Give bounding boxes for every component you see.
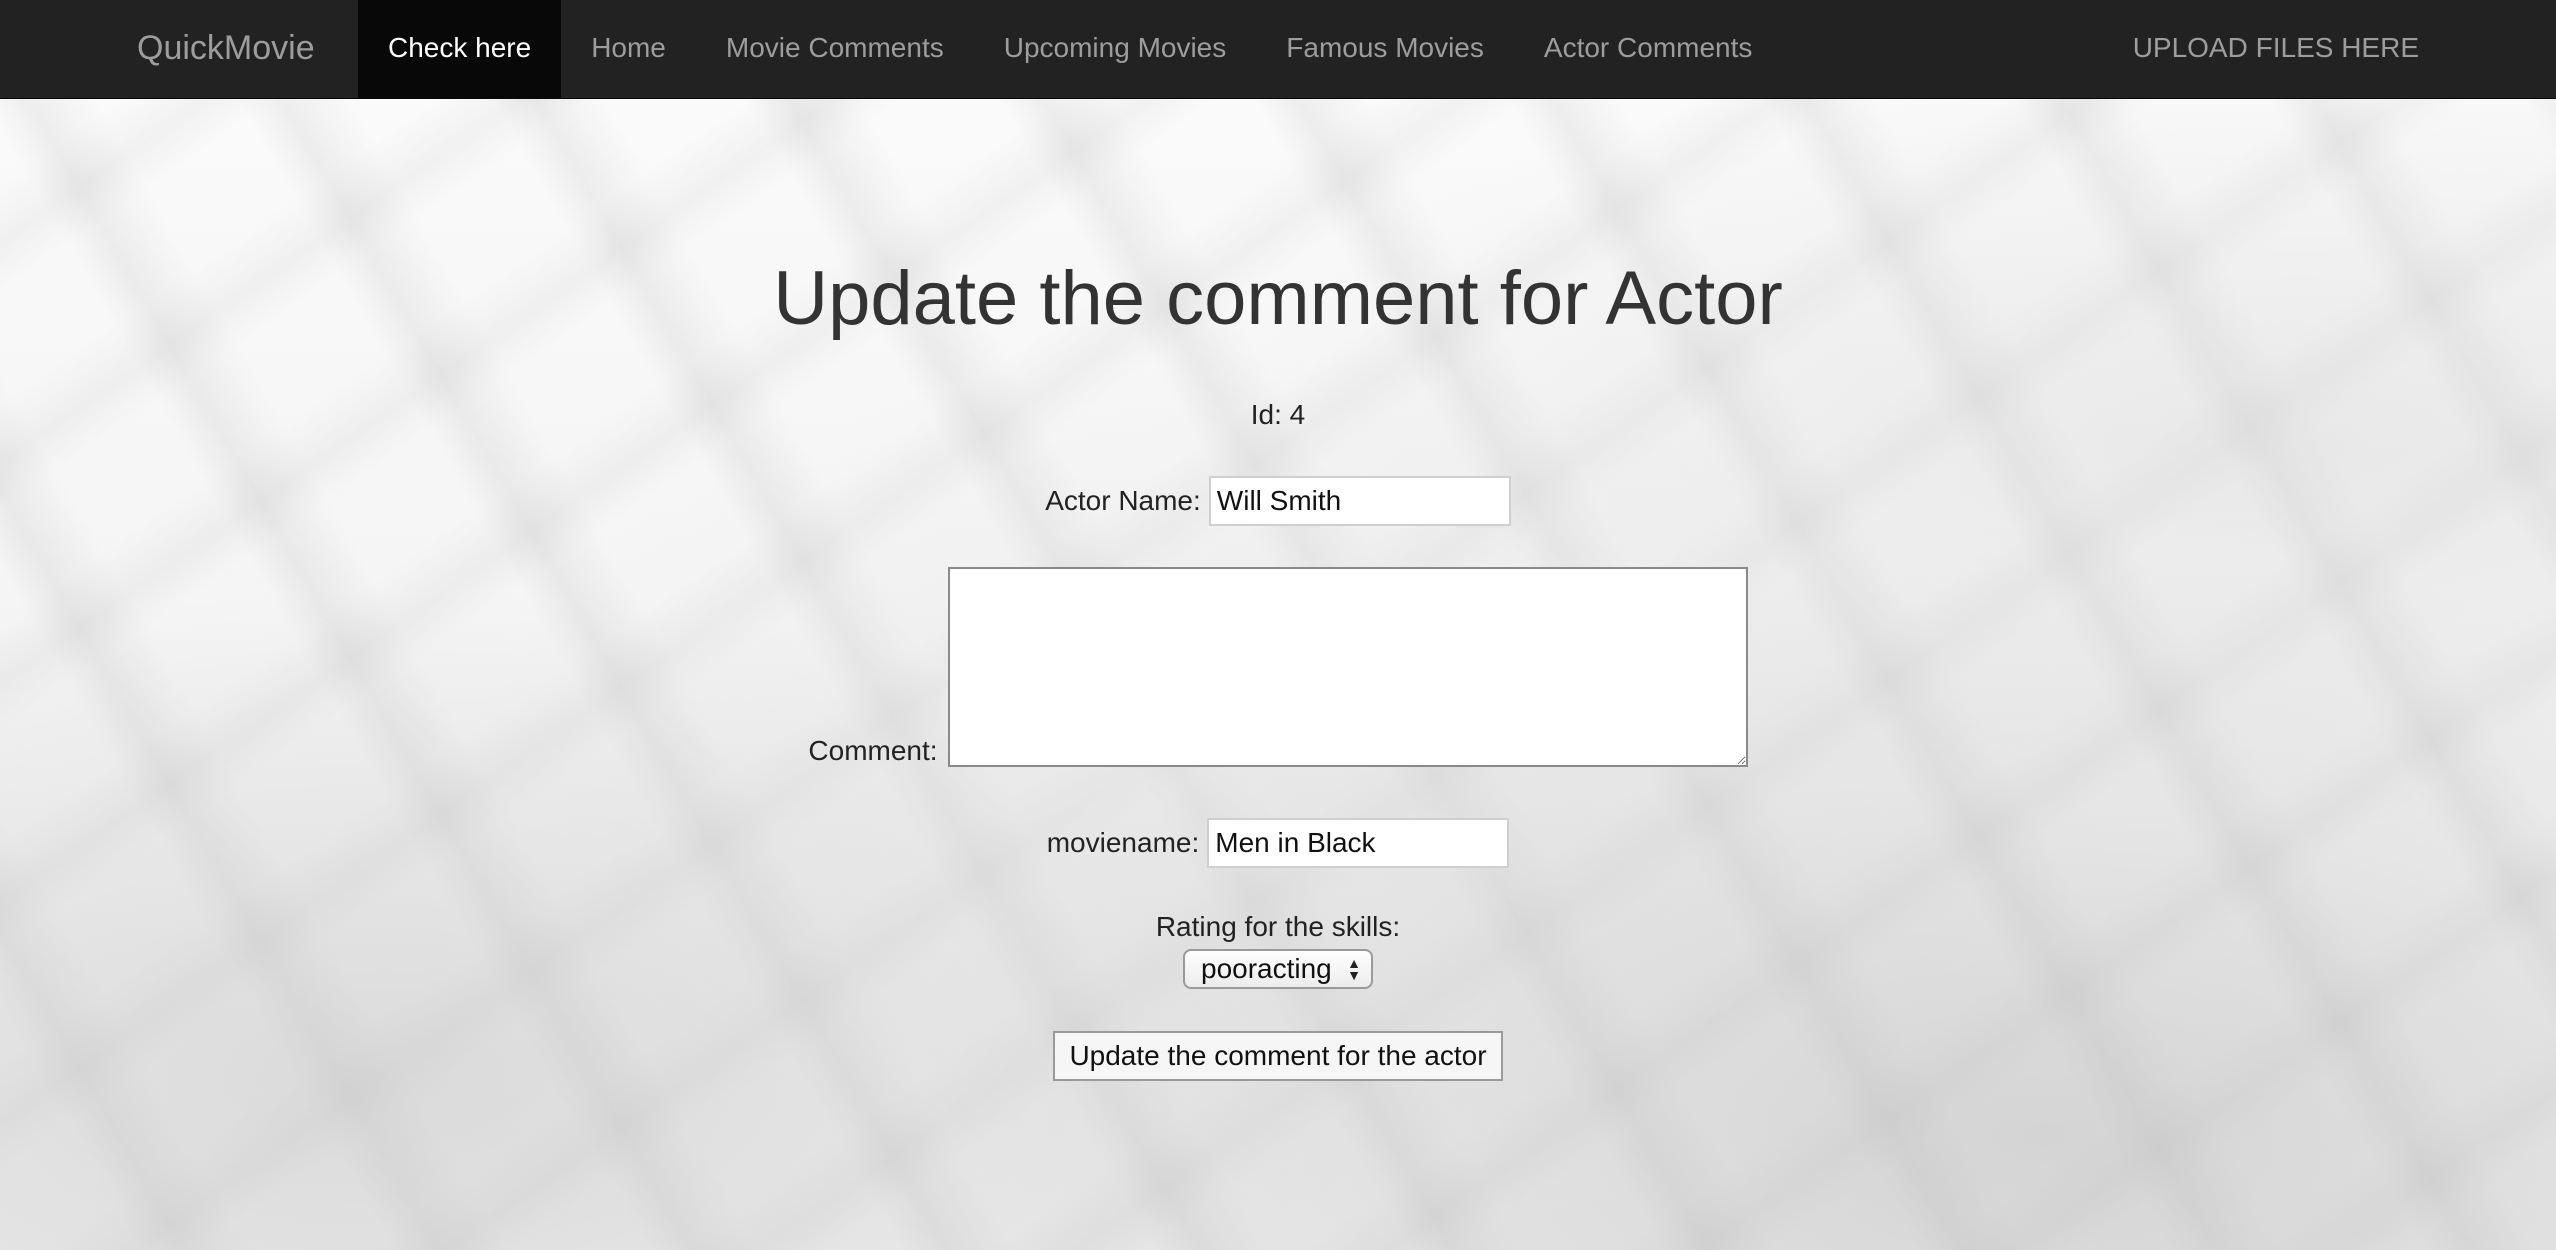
moviename-label: moviename: xyxy=(1046,827,1200,858)
select-arrows-icon: ▲ ▼ xyxy=(1347,955,1361,983)
nav-item-upcoming-movies[interactable]: Upcoming Movies xyxy=(974,0,1257,98)
nav-menu: Check here Home Movie Comments Upcoming … xyxy=(358,0,1782,99)
rating-label: Rating for the skills: xyxy=(1155,911,1401,942)
moviename-input[interactable] xyxy=(1207,818,1510,868)
moviename-row: moviename: xyxy=(0,818,2556,868)
rating-select-row: pooracting ▲ ▼ xyxy=(0,949,2556,989)
comment-textarea[interactable] xyxy=(947,567,1748,767)
rating-selected-value: pooracting xyxy=(1201,953,1332,984)
top-navbar: QuickMovie Check here Home Movie Comment… xyxy=(0,0,2556,99)
submit-row: Update the comment for the actor xyxy=(0,1031,2556,1081)
comment-label: Comment: xyxy=(808,735,938,766)
nav-item-actor-comments[interactable]: Actor Comments xyxy=(1514,0,1783,98)
update-comment-button[interactable]: Update the comment for the actor xyxy=(1053,1031,1503,1081)
rating-label-row: Rating for the skills: xyxy=(0,911,2556,943)
brand-link[interactable]: QuickMovie xyxy=(137,0,315,99)
nav-item-check-here[interactable]: Check here xyxy=(358,0,562,98)
nav-item-famous-movies[interactable]: Famous Movies xyxy=(1256,0,1514,98)
nav-item-movie-comments[interactable]: Movie Comments xyxy=(696,0,974,98)
actor-name-label: Actor Name: xyxy=(1045,485,1201,516)
upload-files-link[interactable]: UPLOAD FILES HERE xyxy=(2133,0,2419,98)
id-row: Id: 4 xyxy=(0,399,2556,431)
id-label: Id: 4 xyxy=(1250,399,1306,430)
rating-select[interactable]: pooracting ▲ ▼ xyxy=(1183,949,1373,989)
nav-item-home[interactable]: Home xyxy=(561,0,696,98)
page-title: Update the comment for Actor xyxy=(773,256,1783,341)
comment-row: Comment: xyxy=(0,567,2556,767)
actor-name-row: Actor Name: xyxy=(0,476,2556,526)
actor-name-input[interactable] xyxy=(1208,476,1511,526)
